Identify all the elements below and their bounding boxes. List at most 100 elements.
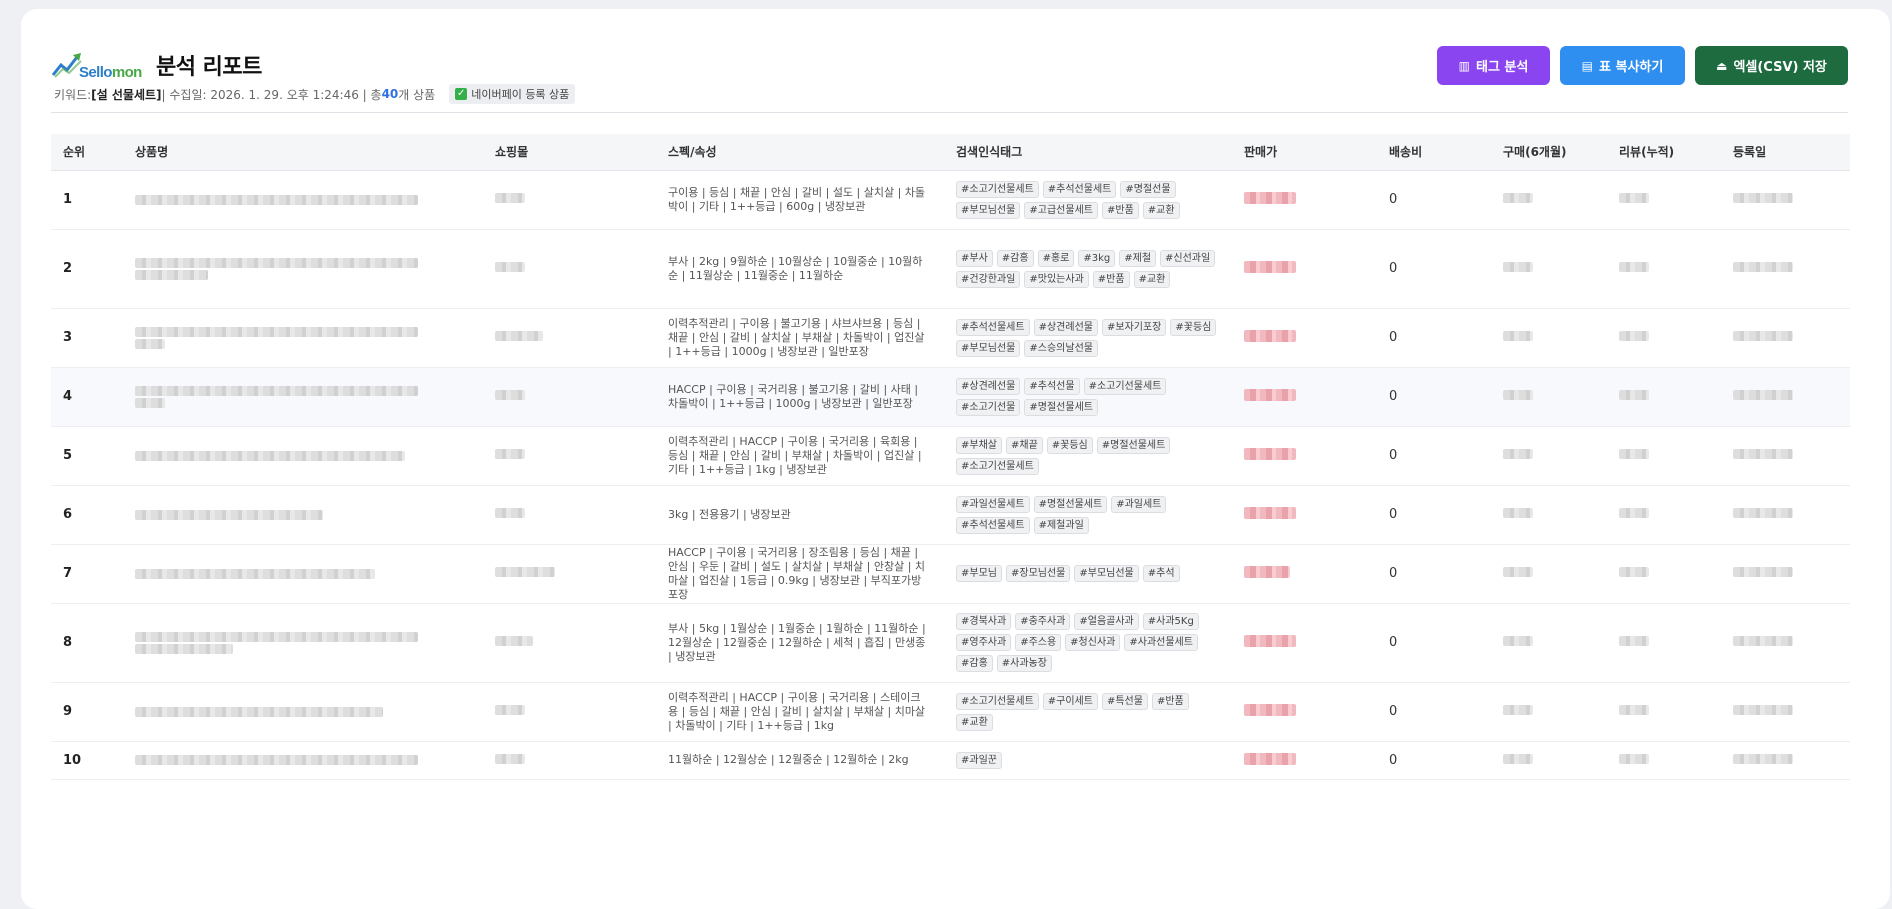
price-cell bbox=[1232, 682, 1377, 742]
table-row[interactable]: 7 HACCP | 구이용 | 국거리용 | 장조림용 | 등심 | 채끝 | 안… bbox=[51, 544, 1850, 604]
spec-cell: HACCP | 구이용 | 국거리용 | 장조림용 | 등심 | 채끝 | 안심… bbox=[656, 544, 944, 604]
table-row[interactable]: 1 구이용 | 등심 | 채끝 | 안심 | 갈비 | 설도 | 살치살 | 차돌… bbox=[51, 170, 1850, 230]
product-name-cell[interactable] bbox=[123, 485, 483, 545]
bar-chart-icon: ▥ bbox=[1458, 58, 1470, 73]
product-name-cell[interactable] bbox=[123, 170, 483, 230]
column-header-purchases-6m[interactable]: 구매(6개월) bbox=[1491, 134, 1607, 171]
report-meta: 키워드: [설 선물세트] | 수집일: 2026. 1. 29. 오후 1:2… bbox=[54, 84, 576, 104]
search-tag: #명절선물세트 bbox=[1096, 436, 1171, 454]
copy-table-button[interactable]: ▤ 표 복사하기 bbox=[1560, 46, 1685, 85]
search-tag: #소고기선물세트 bbox=[956, 457, 1039, 475]
search-tag: #채끝 bbox=[1005, 436, 1043, 454]
naverpay-badge: ✓ 네이버페이 등록 상품 bbox=[449, 84, 576, 104]
column-header-search-tags[interactable]: 검색인식태그 bbox=[944, 134, 1232, 171]
table-row[interactable]: 10 11월하순 | 12월상순 | 12월중순 | 12월하순 | 2kg #과일… bbox=[51, 741, 1850, 780]
sellomon-logo: Sellomon bbox=[51, 47, 143, 81]
shipping-cell: 0 bbox=[1377, 603, 1491, 683]
search-tag: #경북사과 bbox=[956, 613, 1012, 630]
product-name-cell[interactable] bbox=[123, 367, 483, 427]
search-tag: #과일선물세트 bbox=[956, 495, 1030, 513]
table-row[interactable]: 3 이력추적관리 | 구이용 | 불고기용 | 샤브샤브용 | 등심 | 채끝 |… bbox=[51, 308, 1850, 368]
price-cell bbox=[1232, 485, 1377, 545]
search-tag: #부모님선물 bbox=[956, 201, 1021, 219]
column-header-rank[interactable]: 순위 bbox=[51, 134, 123, 171]
product-name-cell[interactable] bbox=[123, 603, 483, 683]
search-tag: #제철 bbox=[1119, 249, 1157, 267]
table-row[interactable]: 9 이력추적관리 | HACCP | 구이용 | 국거리용 | 스테이크용 | 등… bbox=[51, 682, 1850, 742]
price-cell bbox=[1232, 426, 1377, 486]
product-name-cell[interactable] bbox=[123, 682, 483, 742]
shipping-cell: 0 bbox=[1377, 308, 1491, 368]
search-tag: #충주사과 bbox=[1015, 613, 1071, 630]
column-header-registered[interactable]: 등록일 bbox=[1721, 134, 1850, 171]
product-name-cell[interactable] bbox=[123, 308, 483, 368]
table-row[interactable]: 8 부사 | 5kg | 1월상순 | 1월중순 | 1월하순 | 11월하순 |… bbox=[51, 603, 1850, 683]
column-header-spec[interactable]: 스펙/속성 bbox=[656, 134, 944, 171]
shipping-cell: 0 bbox=[1377, 170, 1491, 230]
search-tag: #반품 bbox=[1101, 201, 1139, 219]
rank-cell: 4 bbox=[51, 367, 123, 427]
search-tag: #반품 bbox=[1151, 692, 1189, 710]
search-tag: #신선과일 bbox=[1160, 249, 1216, 267]
price-cell bbox=[1232, 367, 1377, 427]
product-name-cell[interactable] bbox=[123, 741, 483, 780]
price-cell bbox=[1232, 603, 1377, 683]
search-tag: #얼음골사과 bbox=[1074, 613, 1139, 630]
search-tag: #부모님 bbox=[956, 565, 1002, 582]
search-tag: #상견례선물 bbox=[956, 377, 1021, 395]
table-row[interactable]: 5 이력추적관리 | HACCP | 구이용 | 국거리용 | 육회용 | 등심 … bbox=[51, 426, 1850, 486]
table-row[interactable]: 2 부사 | 2kg | 9월하순 | 10월상순 | 10월중순 | 10월하순… bbox=[51, 229, 1850, 309]
reviews-cell bbox=[1607, 741, 1721, 780]
tags-cell: #경북사과 #충주사과 #얼음골사과 #사과5Kg #영주사과 #주스용 #청신사과 #사과선… bbox=[944, 603, 1232, 683]
shop-cell bbox=[483, 426, 656, 486]
column-header-shipping[interactable]: 배송비 bbox=[1377, 134, 1491, 171]
column-header-shop[interactable]: 쇼핑몰 bbox=[483, 134, 656, 171]
search-tag: #고급선물세트 bbox=[1024, 201, 1098, 219]
tag-analysis-button[interactable]: ▥ 태그 분석 bbox=[1437, 46, 1550, 85]
shop-cell bbox=[483, 741, 656, 780]
table-row[interactable]: 4 HACCP | 구이용 | 국거리용 | 불고기용 | 갈비 | 사태 | 차… bbox=[51, 367, 1850, 427]
spec-cell: 11월하순 | 12월상순 | 12월중순 | 12월하순 | 2kg bbox=[656, 741, 944, 780]
report-card: Sellomon 분석 리포트 키워드: [설 선물세트] | 수집일: 202… bbox=[21, 9, 1890, 909]
purchases-cell bbox=[1491, 603, 1607, 683]
search-tag: #소고기선물세트 bbox=[1083, 377, 1167, 395]
shipping-cell: 0 bbox=[1377, 367, 1491, 427]
table-row[interactable]: 6 3kg | 전용용기 | 냉장보관 #과일선물세트 #명절선물세트 #과일세트 #추석… bbox=[51, 485, 1850, 545]
shop-cell bbox=[483, 485, 656, 545]
tags-cell: #추석선물세트 #상견례선물 #보자기포장 #꽃등심 #부모님선물 #스승의날선물 bbox=[944, 308, 1232, 368]
search-tag: #꽃등심 bbox=[1046, 436, 1093, 454]
purchases-cell bbox=[1491, 682, 1607, 742]
spec-cell: 이력추적관리 | 구이용 | 불고기용 | 샤브샤브용 | 등심 | 채끝 | … bbox=[656, 308, 944, 368]
reviews-cell bbox=[1607, 229, 1721, 309]
registered-cell bbox=[1721, 603, 1850, 683]
reviews-cell bbox=[1607, 308, 1721, 368]
rank-cell: 5 bbox=[51, 426, 123, 486]
reviews-cell bbox=[1607, 426, 1721, 486]
shipping-cell: 0 bbox=[1377, 741, 1491, 780]
rank-cell: 8 bbox=[51, 603, 123, 683]
tags-cell: #부채살 #채끝 #꽃등심 #명절선물세트 #소고기선물세트 bbox=[944, 426, 1232, 486]
download-icon: ⏏ bbox=[1716, 58, 1728, 73]
reviews-cell bbox=[1607, 544, 1721, 604]
reviews-cell bbox=[1607, 682, 1721, 742]
product-name-cell[interactable] bbox=[123, 544, 483, 604]
search-tag: #특선물 bbox=[1101, 692, 1148, 710]
search-tag: #추석선물세트 bbox=[956, 516, 1030, 534]
search-tag: #3kg bbox=[1078, 249, 1116, 267]
column-header-reviews[interactable]: 리뷰(누적) bbox=[1607, 134, 1721, 171]
search-tag: #교환 bbox=[956, 713, 993, 731]
excel-save-button[interactable]: ⏏ 엑셀(CSV) 저장 bbox=[1695, 46, 1848, 85]
clipboard-icon: ▤ bbox=[1581, 58, 1593, 73]
shipping-cell: 0 bbox=[1377, 229, 1491, 309]
search-tag: #명절선물 bbox=[1120, 180, 1176, 198]
shipping-cell: 0 bbox=[1377, 682, 1491, 742]
search-tag: #건강한과일 bbox=[956, 270, 1021, 288]
search-tag: #추석 bbox=[1142, 565, 1180, 582]
column-header-product-name[interactable]: 상품명 bbox=[123, 134, 483, 171]
search-tag: #장모님선물 bbox=[1005, 565, 1071, 582]
shop-cell bbox=[483, 308, 656, 368]
product-name-cell[interactable] bbox=[123, 426, 483, 486]
tags-cell: #과일선물세트 #명절선물세트 #과일세트 #추석선물세트 #제철과일 bbox=[944, 485, 1232, 545]
column-header-price[interactable]: 판매가 bbox=[1232, 134, 1377, 171]
product-name-cell[interactable] bbox=[123, 229, 483, 309]
